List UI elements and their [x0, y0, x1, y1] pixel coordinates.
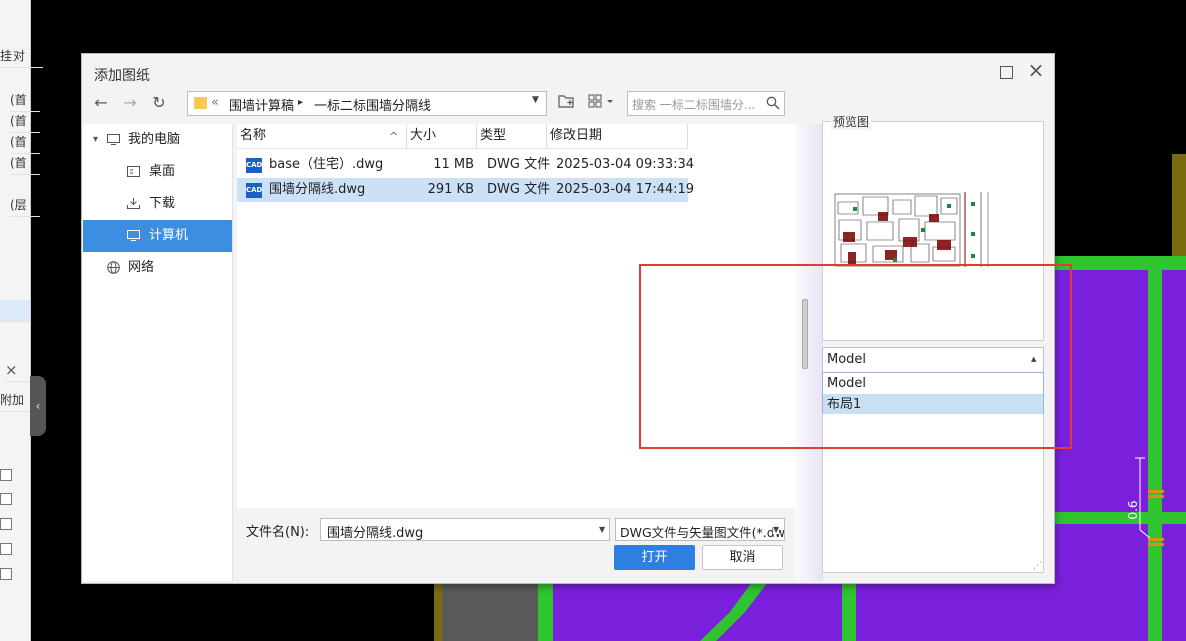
resize-grip-icon[interactable]: ⋰: [1033, 561, 1042, 571]
search-placeholder: 搜索 一标二标围墙分...: [632, 98, 756, 112]
side-cell: (层: [10, 195, 40, 217]
column-header-label: 名称: [240, 128, 267, 143]
column-header-name[interactable]: 名称 ^: [237, 124, 407, 148]
search-icon[interactable]: [766, 96, 780, 110]
cad-olive-edge: [434, 582, 442, 641]
network-icon: [107, 261, 120, 274]
address-bar[interactable]: « 围墙计算稿 ▸ 一标二标围墙分隔线 ▼: [187, 91, 547, 116]
panel-collapse-handle[interactable]: ‹: [30, 376, 46, 436]
nav-item-label: 我的电脑: [128, 132, 181, 147]
file-modified: 2025-03-04 17:44:19: [556, 182, 695, 197]
column-header-type[interactable]: 类型: [477, 124, 547, 148]
side-checkbox[interactable]: [0, 469, 12, 481]
file-row[interactable]: CAD base（住宅）.dwg 11 MB DWG 文件 2025-03-04…: [237, 153, 694, 177]
chevron-down-icon[interactable]: ▼: [532, 95, 539, 105]
chevron-down-icon[interactable]: ▼: [599, 525, 605, 534]
cancel-button[interactable]: 取消: [702, 545, 783, 570]
side-cell: (首: [10, 90, 40, 112]
maximize-icon[interactable]: [1000, 66, 1013, 79]
chevron-down-icon[interactable]: ▼: [773, 525, 780, 534]
cad-green-wall: [1053, 512, 1186, 524]
nav-item-label: 计算机: [149, 228, 189, 243]
side-checkbox[interactable]: [0, 493, 12, 505]
navigation-pane: ▾ 我的电脑 桌面 下载 计算机 网络: [83, 124, 233, 581]
file-type-filter[interactable]: DWG文件与矢量图文件(*.dwg ▼: [615, 518, 785, 541]
cad-green-wall: [538, 582, 553, 641]
computer-icon: [127, 230, 140, 241]
cad-green-wall: [842, 582, 856, 641]
side-checkbox[interactable]: [0, 518, 12, 530]
side-cell: 对: [13, 46, 43, 68]
file-name: base（住宅）.dwg: [269, 157, 384, 172]
dialog-title: 添加图纸: [94, 68, 150, 84]
side-cell: (首: [10, 111, 40, 133]
cad-green-wall: [1148, 270, 1162, 641]
folder-icon: [194, 97, 207, 109]
cad-hatch-mark: [1148, 495, 1164, 498]
nav-item-label: 桌面: [149, 164, 176, 179]
dialog-footer: 文件名(N): 围墙分隔线.dwg ▼ DWG文件与矢量图文件(*.dwg ▼ …: [237, 508, 795, 581]
view-mode-icon[interactable]: [588, 94, 616, 108]
file-size: 11 MB: [433, 157, 474, 172]
nav-item-desktop[interactable]: 桌面: [83, 156, 232, 188]
preview-label: 预览图: [831, 113, 872, 130]
column-header-size[interactable]: 大小: [407, 124, 477, 148]
cad-file-icon: CAD: [246, 183, 262, 198]
column-header-row: 名称 ^ 大小 类型 修改日期: [237, 124, 688, 149]
file-row-selected[interactable]: CAD 围墙分隔线.dwg 291 KB DWG 文件 2025-03-04 1…: [237, 178, 694, 202]
file-size: 291 KB: [427, 182, 474, 197]
nav-item-my-computer[interactable]: ▾ 我的电脑: [83, 124, 232, 156]
side-checkbox[interactable]: [0, 543, 12, 555]
cad-purple-block: [553, 582, 1186, 641]
nav-item-label: 下载: [149, 196, 176, 211]
column-header-modified[interactable]: 修改日期: [547, 124, 688, 148]
breadcrumb-item[interactable]: 围墙计算稿: [229, 95, 294, 114]
side-cell: (首: [10, 153, 40, 175]
nav-item-label: 网络: [128, 260, 155, 275]
computer-icon: [107, 134, 120, 145]
file-type-filter-value: DWG文件与矢量图文件(*.dwg: [620, 525, 785, 540]
cad-file-icon: CAD: [246, 158, 262, 173]
cad-hatch-mark: [1148, 543, 1164, 546]
cad-olive-edge: [1172, 154, 1186, 258]
filename-value: 围墙分隔线.dwg: [327, 526, 424, 541]
close-icon[interactable]: ×: [1026, 60, 1046, 80]
nav-item-computer[interactable]: 计算机: [83, 220, 232, 252]
open-button[interactable]: 打开: [614, 545, 695, 570]
sort-ascending-icon: ^: [389, 130, 399, 143]
nav-item-network[interactable]: 网络: [83, 252, 232, 284]
panel-add-label[interactable]: 附加: [0, 390, 30, 412]
breadcrumb-item[interactable]: 一标二标围墙分隔线: [314, 95, 431, 114]
breadcrumb-separator-icon: ▸: [298, 97, 304, 108]
file-type: DWG 文件: [487, 157, 551, 172]
filename-label: 文件名(N):: [246, 525, 310, 540]
background-side-panel: 挂 对 (首 (首 (首 (首 (层 × 附加: [0, 0, 43, 641]
cad-dimension-text: 0.6: [1126, 500, 1140, 519]
nav-item-downloads[interactable]: 下载: [83, 188, 232, 220]
cad-hatch-mark: [1148, 490, 1164, 493]
forward-icon[interactable]: →: [119, 93, 141, 112]
side-cell-selected: [0, 300, 30, 322]
annotation-highlight-box: [639, 264, 1072, 449]
drawing-thumbnail: [833, 192, 989, 267]
cad-hatch-mark: [1148, 538, 1164, 541]
filename-input[interactable]: 围墙分隔线.dwg ▼: [320, 518, 610, 541]
breadcrumb-overflow[interactable]: «: [211, 95, 219, 110]
side-checkbox[interactable]: [0, 568, 12, 580]
download-icon: [127, 198, 140, 209]
file-type: DWG 文件: [487, 182, 551, 197]
refresh-icon[interactable]: ↻: [148, 93, 170, 112]
desktop-icon: [127, 166, 140, 177]
cad-gray-block: [440, 582, 538, 641]
chevron-down-icon[interactable]: ▾: [93, 124, 98, 156]
search-input[interactable]: 搜索 一标二标围墙分...: [627, 91, 785, 116]
file-modified: 2025-03-04 09:33:34: [556, 157, 695, 172]
new-folder-icon[interactable]: [558, 94, 574, 108]
back-icon[interactable]: ←: [90, 93, 112, 112]
file-name: 围墙分隔线.dwg: [269, 182, 366, 197]
side-cell: (首: [10, 132, 40, 154]
cad-green-wall: [1053, 256, 1186, 270]
